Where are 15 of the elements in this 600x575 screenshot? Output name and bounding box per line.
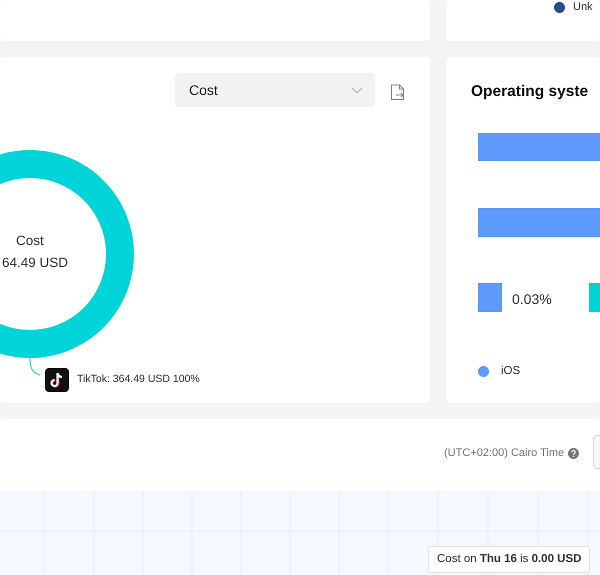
metric-dropdown[interactable]: Cost [175, 73, 375, 107]
chevron-down-icon [351, 86, 363, 94]
chart-tooltip: Cost on Thu 16 is 0.00 USD [428, 546, 590, 574]
bar-value-label: 0.03% [512, 290, 552, 309]
donut-center-value: 64.49 USD [2, 254, 68, 272]
help-icon[interactable] [568, 448, 580, 459]
donut-center-label: Cost [16, 232, 44, 250]
legend-label: Unk [573, 1, 593, 14]
leader-line [30, 358, 40, 376]
timezone-label: (UTC+02:00) Cairo Time [444, 446, 564, 461]
music-note-logo-icon [45, 368, 69, 392]
export-file-icon[interactable] [390, 84, 405, 102]
legend-label: iOS [501, 364, 520, 379]
legend-label: TikTok: 364.49 USD 100% [77, 372, 200, 388]
panel-title: Operating syste [471, 82, 588, 102]
